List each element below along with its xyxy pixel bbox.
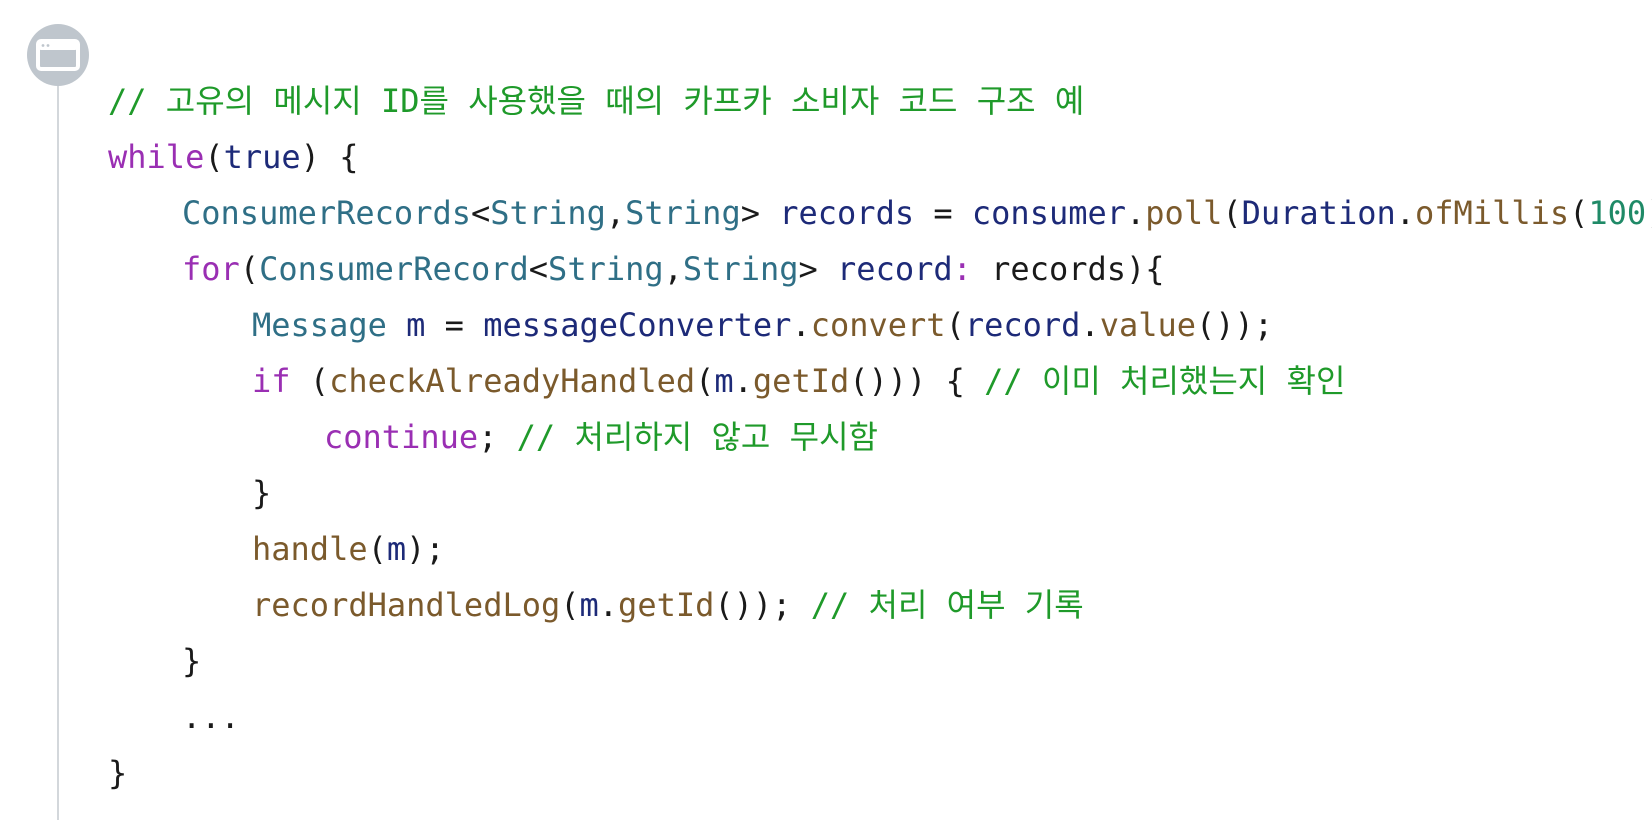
code-token: ) { — [300, 138, 359, 176]
code-token: record — [837, 250, 953, 288]
code-token: m — [714, 362, 734, 400]
code-token: . — [791, 306, 811, 344]
code-token: ( — [1222, 194, 1242, 232]
code-token: 100 — [1588, 194, 1647, 232]
code-token: ( — [367, 530, 387, 568]
code-line: handle(m); — [108, 521, 1652, 577]
code-token: Message — [252, 306, 387, 344]
code-token: messageConverter — [483, 306, 792, 344]
code-block: // 고유의 메시지 ID를 사용했을 때의 카프카 소비자 코드 구조 예 wh… — [108, 73, 1652, 801]
code-token: ( — [239, 250, 260, 288]
code-line: } — [108, 465, 1652, 521]
code-token: String — [548, 250, 664, 288]
code-token: > — [740, 194, 780, 232]
code-token: . — [1080, 306, 1100, 344]
code-token: )); — [1646, 194, 1652, 232]
code-token: record — [964, 306, 1081, 344]
code-token: ( — [560, 586, 580, 624]
code-token: ( — [290, 362, 330, 400]
code-line: for(ConsumerRecord<String,String> record… — [108, 241, 1652, 297]
code-token: // 처리 여부 기록 — [810, 586, 1084, 624]
code-line: } — [108, 633, 1652, 689]
code-token: ( — [695, 362, 715, 400]
code-token: ()); — [1196, 306, 1274, 344]
code-line: ... — [108, 689, 1652, 745]
code-token: ; — [478, 418, 517, 456]
code-token: . — [1395, 194, 1415, 232]
code-line: Message m = messageConverter.convert(rec… — [108, 297, 1652, 353]
code-token: ( — [1569, 194, 1589, 232]
code-snippet-frame: // 고유의 메시지 ID를 사용했을 때의 카프카 소비자 코드 구조 예 wh… — [0, 0, 1652, 830]
gutter-line — [57, 58, 59, 820]
code-token: ())) { — [849, 362, 985, 400]
code-token: checkAlreadyHandled — [329, 362, 696, 400]
code-token: = — [425, 306, 484, 344]
code-token: getId — [752, 362, 850, 400]
code-token: ( — [945, 306, 965, 344]
code-token: handle — [252, 530, 368, 568]
code-token: } — [252, 474, 272, 512]
code-token: while — [108, 138, 205, 176]
code-token: consumer — [971, 194, 1127, 232]
browser-window-icon — [27, 24, 89, 86]
code-token: ofMillis — [1415, 194, 1570, 232]
code-token: true — [223, 138, 301, 176]
code-token: value — [1099, 306, 1197, 344]
code-token: if — [252, 362, 291, 400]
code-token: = — [914, 194, 972, 232]
code-line: if (checkAlreadyHandled(m.getId())) { //… — [108, 353, 1652, 409]
code-token: . — [1126, 194, 1146, 232]
code-token: records){ — [971, 250, 1165, 288]
code-token: m — [579, 586, 599, 624]
code-token: continue — [324, 418, 479, 456]
code-token: // 이미 처리했는지 확인 — [984, 362, 1346, 400]
code-token: m — [386, 530, 407, 568]
code-token: : — [952, 250, 972, 288]
code-line: // 고유의 메시지 ID를 사용했을 때의 카프카 소비자 코드 구조 예 — [108, 73, 1652, 129]
code-token: , — [663, 250, 683, 288]
code-token: > — [798, 250, 838, 288]
code-token: < — [470, 194, 491, 232]
code-token: . — [733, 362, 753, 400]
code-token: String — [682, 250, 799, 288]
code-token: for — [182, 250, 240, 288]
code-token: ... — [182, 698, 240, 736]
code-token: . — [598, 586, 619, 624]
code-token: } — [108, 754, 128, 792]
code-token: Duration — [1241, 194, 1396, 232]
code-token: ); — [406, 530, 445, 568]
code-line: } — [108, 745, 1652, 801]
code-token: m — [406, 306, 426, 344]
code-line: recordHandledLog(m.getId()); // 처리 여부 기록 — [108, 577, 1652, 633]
code-token: // 고유의 메시지 ID를 사용했을 때의 카프카 소비자 코드 구조 예 — [108, 82, 1085, 120]
code-token: , — [605, 194, 626, 232]
code-line: while(true) { — [108, 129, 1652, 185]
code-token: // 처리하지 않고 무시함 — [516, 418, 878, 456]
code-token: ConsumerRecord — [259, 250, 529, 288]
code-token: String — [625, 194, 741, 232]
code-token: } — [182, 642, 202, 680]
code-token: ConsumerRecords — [182, 194, 471, 232]
code-token: < — [528, 250, 549, 288]
code-token: ( — [204, 138, 224, 176]
code-token: String — [490, 194, 606, 232]
code-token: convert — [810, 306, 946, 344]
code-token: getId — [618, 586, 715, 624]
code-token: records — [779, 194, 915, 232]
code-token: recordHandledLog — [252, 586, 561, 624]
code-token: ()); — [714, 586, 811, 624]
code-line: continue; // 처리하지 않고 무시함 — [108, 409, 1652, 465]
code-line: ConsumerRecords<String,String> records =… — [108, 185, 1652, 241]
code-token: poll — [1145, 194, 1223, 232]
